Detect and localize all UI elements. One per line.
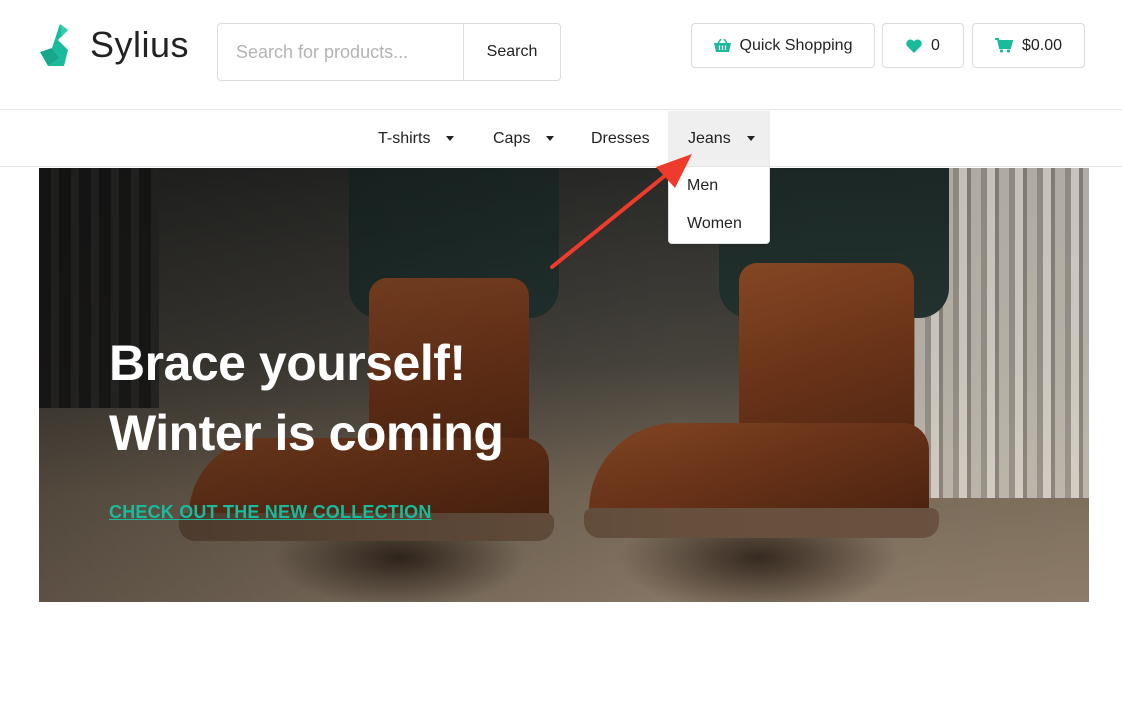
nav-item-jeans[interactable]: Jeans <box>668 111 770 166</box>
logo[interactable]: Sylius <box>38 22 189 68</box>
wishlist-count: 0 <box>931 36 940 54</box>
jeans-dropdown-menu: Men Women <box>668 167 770 244</box>
nav-item-label: Jeans <box>688 129 731 147</box>
cart-icon <box>994 38 1013 53</box>
nav-item-label: Dresses <box>591 129 650 147</box>
main-nav: T-shirts Caps Dresses Jeans <box>0 111 1122 167</box>
quick-shopping-label: Quick Shopping <box>739 36 853 54</box>
site-header: Sylius Search Quick Shopping 0 $0.00 <box>0 0 1122 110</box>
dropdown-item-women[interactable]: Women <box>687 215 742 233</box>
new-collection-link[interactable]: CHECK OUT THE NEW COLLECTION <box>109 502 432 523</box>
search-button[interactable]: Search <box>463 23 561 81</box>
dropdown-item-men[interactable]: Men <box>687 177 718 195</box>
nav-item-label: T-shirts <box>378 129 431 147</box>
nav-item-label: Caps <box>493 129 531 147</box>
logo-text: Sylius <box>90 24 190 65</box>
cart-button[interactable]: $0.00 <box>972 23 1085 68</box>
hero-title: Brace yourself! Winter is coming <box>109 328 504 468</box>
nav-item-caps[interactable]: Caps <box>473 111 574 166</box>
cart-total: $0.00 <box>1021 36 1063 54</box>
hero-title-line: Brace yourself! <box>109 335 466 391</box>
hero-title-line: Winter is coming <box>109 405 504 461</box>
caret-down-icon <box>746 136 755 141</box>
basket-icon <box>713 38 731 52</box>
logo-icon <box>40 24 68 66</box>
nav-item-tshirts[interactable]: T-shirts <box>358 111 474 166</box>
nav-item-dresses[interactable]: Dresses <box>571 111 670 166</box>
caret-down-icon <box>446 136 455 141</box>
search-form: Search <box>217 23 561 81</box>
wishlist-button[interactable]: 0 <box>882 23 964 68</box>
quick-shopping-button[interactable]: Quick Shopping <box>691 23 875 68</box>
caret-down-icon <box>546 136 555 141</box>
search-input[interactable] <box>217 23 463 81</box>
hero-banner: Brace yourself! Winter is coming CHECK O… <box>39 168 1089 602</box>
heart-icon <box>906 38 922 53</box>
